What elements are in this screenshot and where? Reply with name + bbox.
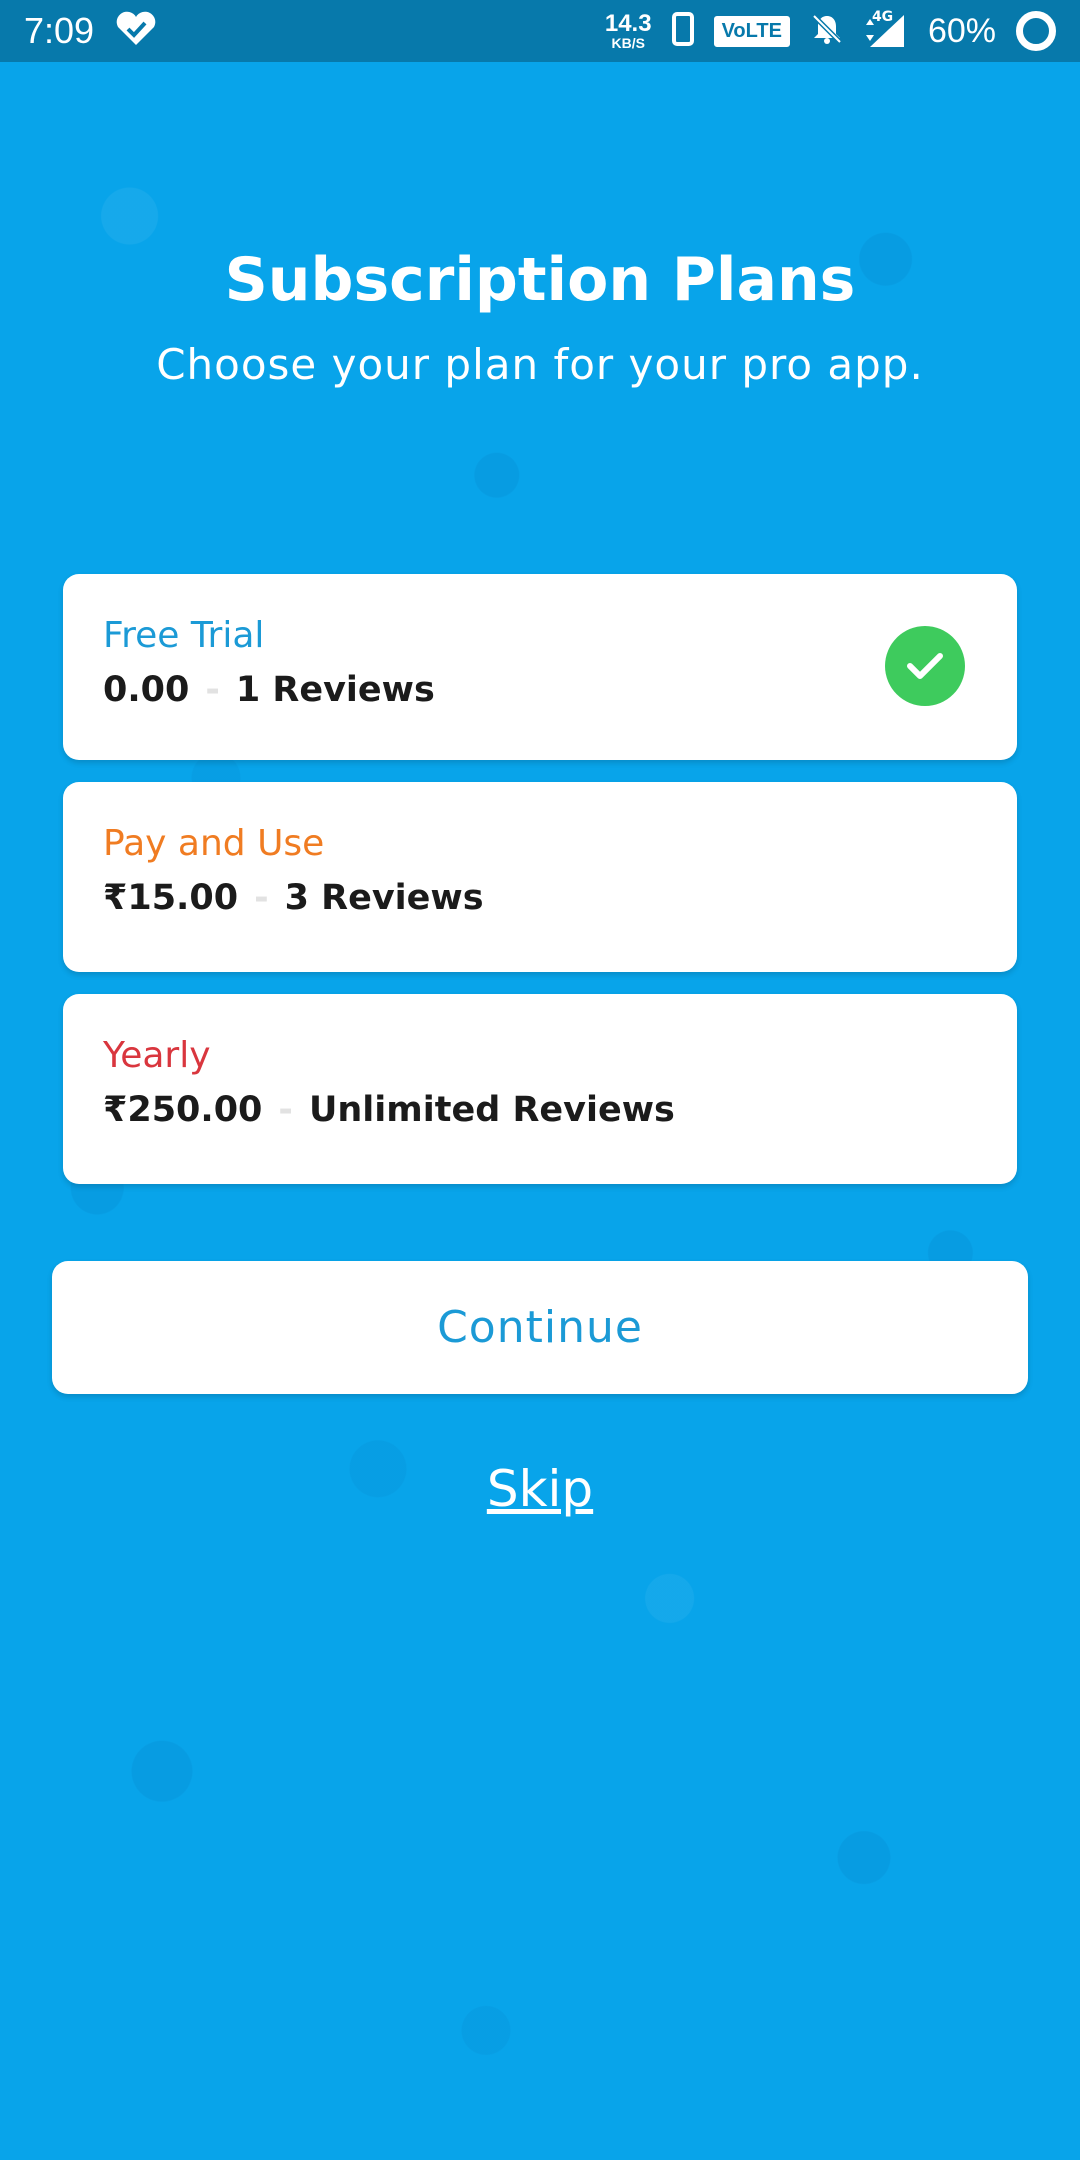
- skip-link[interactable]: Skip: [0, 1460, 1080, 1518]
- bell-off-icon: [810, 12, 844, 50]
- signal-icon: 4G: [864, 9, 908, 49]
- battery-ring-icon: [1016, 11, 1056, 51]
- volte-badge: VoLTE: [713, 15, 790, 47]
- separator-dash: -: [205, 670, 220, 710]
- plan-name: Pay and Use: [103, 823, 325, 864]
- battery-level: 60%: [927, 11, 996, 50]
- network-speed: 14.3 KB/S: [604, 10, 652, 51]
- separator-dash: -: [278, 1090, 293, 1130]
- plan-card-pay-and-use[interactable]: Pay and Use ₹15.00 - 3 Reviews: [63, 782, 1017, 972]
- phone-icon: [671, 12, 694, 50]
- continue-button[interactable]: Continue: [52, 1261, 1028, 1394]
- selected-check-icon: [885, 626, 965, 706]
- status-time: 7:09: [24, 10, 95, 51]
- plan-name: Yearly: [103, 1035, 211, 1076]
- plan-card-free-trial[interactable]: Free Trial 0.00 - 1 Reviews: [63, 574, 1017, 760]
- plan-reviews: 3 Reviews: [284, 878, 484, 918]
- status-bar: 7:09 14.3 KB/S VoLTE 4G 60%: [0, 0, 1080, 62]
- page-title: Subscription Plans: [224, 245, 856, 315]
- plan-name: Free Trial: [103, 615, 265, 656]
- plan-price: 0.00: [103, 670, 190, 710]
- plan-reviews: Unlimited Reviews: [308, 1090, 675, 1130]
- plan-card-yearly[interactable]: Yearly ₹250.00 - Unlimited Reviews: [63, 994, 1017, 1184]
- heart-check-icon: [114, 11, 158, 51]
- page-subtitle: Choose your plan for your pro app.: [156, 340, 924, 389]
- plan-reviews: 1 Reviews: [235, 670, 435, 710]
- separator-dash: -: [254, 878, 269, 918]
- plan-price: ₹15.00: [103, 878, 239, 918]
- plan-price: ₹250.00: [103, 1090, 263, 1130]
